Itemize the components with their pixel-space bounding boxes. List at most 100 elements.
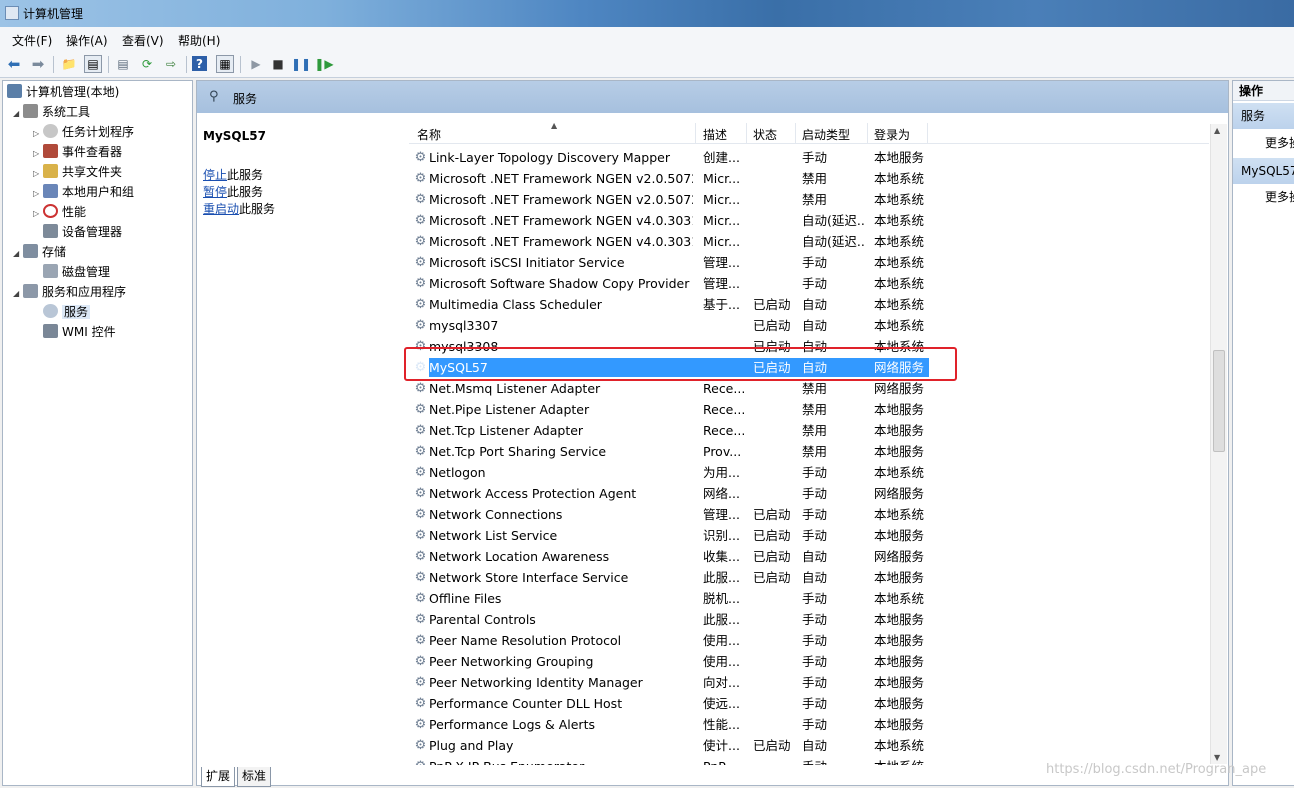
scroll-up-icon[interactable]: ▲ (1214, 126, 1220, 135)
menu-action[interactable]: 操作(A) (66, 32, 108, 49)
service-logon: 本地服务 (874, 570, 925, 585)
service-row[interactable]: ⚙ Netlogon 为用... 手动 本地系统 (409, 462, 1209, 483)
restart-link[interactable]: 重启动 (203, 202, 239, 216)
up-folder-icon[interactable]: 📁 (60, 55, 78, 73)
service-row[interactable]: ⚙ Network Store Interface Service 此服... 已启动… (409, 567, 1209, 588)
column-logon-as[interactable]: 登录为 (874, 126, 910, 143)
service-logon: 本地服务 (874, 717, 925, 732)
service-desc: 脱机... (703, 591, 740, 606)
collapse-icon[interactable]: ◢ (13, 245, 23, 263)
back-icon[interactable]: ⬅ (5, 55, 23, 73)
scroll-thumb[interactable] (1213, 350, 1225, 452)
tree-node-system-tools[interactable]: ◢ 系统工具 (13, 103, 90, 121)
gear-icon: ⚙ (414, 528, 427, 543)
service-row[interactable]: ⚙ Microsoft iSCSI Initiator Service 管理... 手… (409, 252, 1209, 273)
expand-icon[interactable]: ▷ (33, 145, 43, 163)
tree-node-event-viewer[interactable]: ▷ 事件查看器 (33, 143, 122, 161)
vertical-scrollbar[interactable]: ▲ ▼ (1210, 124, 1227, 764)
service-row[interactable]: ⚙ Net.Pipe Listener Adapter Rece... 禁用 本地服务 (409, 399, 1209, 420)
menu-help[interactable]: 帮助(H) (178, 32, 220, 49)
service-row[interactable]: ⚙ Multimedia Class Scheduler 基于... 已启动 自动 本地系… (409, 294, 1209, 315)
help-icon[interactable]: ? (192, 56, 207, 71)
gear-icon: ⚙ (414, 570, 427, 585)
expand-icon[interactable]: ▷ (33, 205, 43, 223)
service-row[interactable]: ⚙ Offline Files 脱机... 手动 本地系统 (409, 588, 1209, 609)
service-row[interactable]: ⚙ Microsoft .NET Framework NGEN v4.0.3031… (409, 210, 1209, 231)
stop-link[interactable]: 停止 (203, 168, 227, 182)
scroll-down-icon[interactable]: ▼ (1214, 753, 1220, 762)
more-actions-services[interactable]: 更多操作 (1265, 134, 1294, 151)
service-row[interactable]: ⚙ Peer Networking Grouping 使用... 手动 本地服务 (409, 651, 1209, 672)
service-row[interactable]: ⚙ Parental Controls 此服... 手动 本地服务 (409, 609, 1209, 630)
sort-ascending-icon: ▲ (551, 123, 558, 130)
service-row[interactable]: ⚙ Link-Layer Topology Discovery Mapper 创建.… (409, 147, 1209, 168)
service-row[interactable]: ⚙ Peer Name Resolution Protocol 使用... 手动 本地服… (409, 630, 1209, 651)
service-row[interactable]: ⚙ Net.Tcp Listener Adapter Rece... 禁用 本地服务 (409, 420, 1209, 441)
service-row[interactable]: ⚙ Network Location Awareness 收集... 已启动 自动 网络服… (409, 546, 1209, 567)
actions-section-mysql57[interactable]: MySQL57 (1233, 158, 1294, 184)
show-hide-action-icon[interactable]: ▦ (216, 55, 234, 73)
service-status: 已启动 (753, 528, 791, 543)
tree-node-disk-management[interactable]: 磁盘管理 (43, 263, 110, 281)
export-icon[interactable]: ⇨ (162, 55, 180, 73)
pause-icon[interactable]: ❚❚ (291, 55, 311, 73)
service-row[interactable]: ⚙ Net.Tcp Port Sharing Service Prov... 禁用 本地… (409, 441, 1209, 462)
tab-standard[interactable]: 标准 (237, 767, 272, 787)
service-row[interactable]: ⚙ Performance Counter DLL Host 使远... 手动 本地服务 (409, 693, 1209, 714)
tree-root[interactable]: 计算机管理(本地) (7, 83, 119, 101)
service-logon: 网络服务 (874, 381, 925, 396)
tree-node-storage[interactable]: ◢ 存储 (13, 243, 66, 261)
service-row[interactable]: ⚙ Microsoft Software Shadow Copy Provider… (409, 273, 1209, 294)
gear-icon: ⚙ (414, 654, 427, 669)
service-row[interactable]: ⚙ Peer Networking Identity Manager 向对... 手动… (409, 672, 1209, 693)
expand-icon[interactable]: ▷ (33, 165, 43, 183)
forward-icon[interactable]: ➡ (29, 55, 47, 73)
actions-section-services[interactable]: 服务 (1233, 103, 1294, 129)
service-name: Network Connections (429, 507, 563, 522)
tree-node-services[interactable]: 服务 (43, 303, 91, 321)
tree-node-device-manager[interactable]: 设备管理器 (43, 223, 122, 241)
column-status[interactable]: 状态 (753, 126, 777, 143)
tree-node-task-scheduler[interactable]: ▷ 任务计划程序 (33, 123, 134, 141)
tree-node-local-users[interactable]: ▷ 本地用户和组 (33, 183, 134, 201)
collapse-icon[interactable]: ◢ (13, 105, 23, 123)
service-startup: 自动 (802, 318, 828, 333)
refresh-icon[interactable]: ⟳ (138, 55, 156, 73)
service-row[interactable]: ⚙ Network Connections 管理... 已启动 手动 本地系统 (409, 504, 1209, 525)
service-row[interactable]: ⚙ Plug and Play 使计... 已启动 自动 本地系统 (409, 735, 1209, 756)
play-icon[interactable]: ▶ (247, 55, 265, 73)
expand-icon[interactable]: ▷ (33, 185, 43, 203)
service-name: Network Location Awareness (429, 549, 610, 564)
stop-icon[interactable]: ■ (269, 55, 287, 73)
expand-icon[interactable]: ▷ (33, 125, 43, 143)
more-actions-mysql57[interactable]: 更多操作 (1265, 188, 1294, 205)
column-description[interactable]: 描述 (703, 126, 727, 143)
menu-view[interactable]: 查看(V) (122, 32, 164, 49)
service-row[interactable]: ⚙ mysql3307 已启动 自动 本地系统 (409, 315, 1209, 336)
service-row[interactable]: ⚙ Net.Msmq Listener Adapter Rece... 禁用 网络服务 (409, 378, 1209, 399)
service-row[interactable]: ⚙ Microsoft .NET Framework NGEN v2.0.5072… (409, 168, 1209, 189)
service-row[interactable]: ⚙ Microsoft .NET Framework NGEN v2.0.5072… (409, 189, 1209, 210)
tree-node-performance[interactable]: ▷ 性能 (33, 203, 86, 221)
tab-extended[interactable]: 扩展 (201, 767, 236, 787)
resume-icon[interactable]: ❚▶ (314, 55, 333, 73)
service-startup: 手动 (802, 696, 828, 711)
service-row[interactable]: ⚙ Network Access Protection Agent 网络... 手动 网… (409, 483, 1209, 504)
service-row[interactable]: ⚙ Network List Service 识别... 已启动 手动 本地服务 (409, 525, 1209, 546)
service-row[interactable]: ⚙ Microsoft .NET Framework NGEN v4.0.3031… (409, 231, 1209, 252)
menu-file[interactable]: 文件(F) (12, 32, 52, 49)
properties-icon[interactable]: ▤ (114, 55, 132, 73)
service-desc: Micr... (703, 234, 741, 249)
column-name[interactable]: 名称 (417, 126, 441, 143)
pause-link[interactable]: 暂停 (203, 185, 227, 199)
show-hide-tree-icon[interactable]: ▤ (84, 55, 102, 73)
tree-node-services-apps[interactable]: ◢ 服务和应用程序 (13, 283, 126, 301)
service-status: 已启动 (753, 570, 791, 585)
tree-node-wmi[interactable]: WMI 控件 (43, 323, 116, 341)
service-name: Performance Counter DLL Host (429, 696, 623, 711)
collapse-icon[interactable]: ◢ (13, 285, 23, 303)
list-header: 名称 ▲ 描述 状态 启动类型 登录为 (409, 123, 1209, 144)
tree-node-shared-folders[interactable]: ▷ 共享文件夹 (33, 163, 122, 181)
service-row[interactable]: ⚙ Performance Logs & Alerts 性能... 手动 本地服务 (409, 714, 1209, 735)
column-startup-type[interactable]: 启动类型 (802, 126, 850, 143)
